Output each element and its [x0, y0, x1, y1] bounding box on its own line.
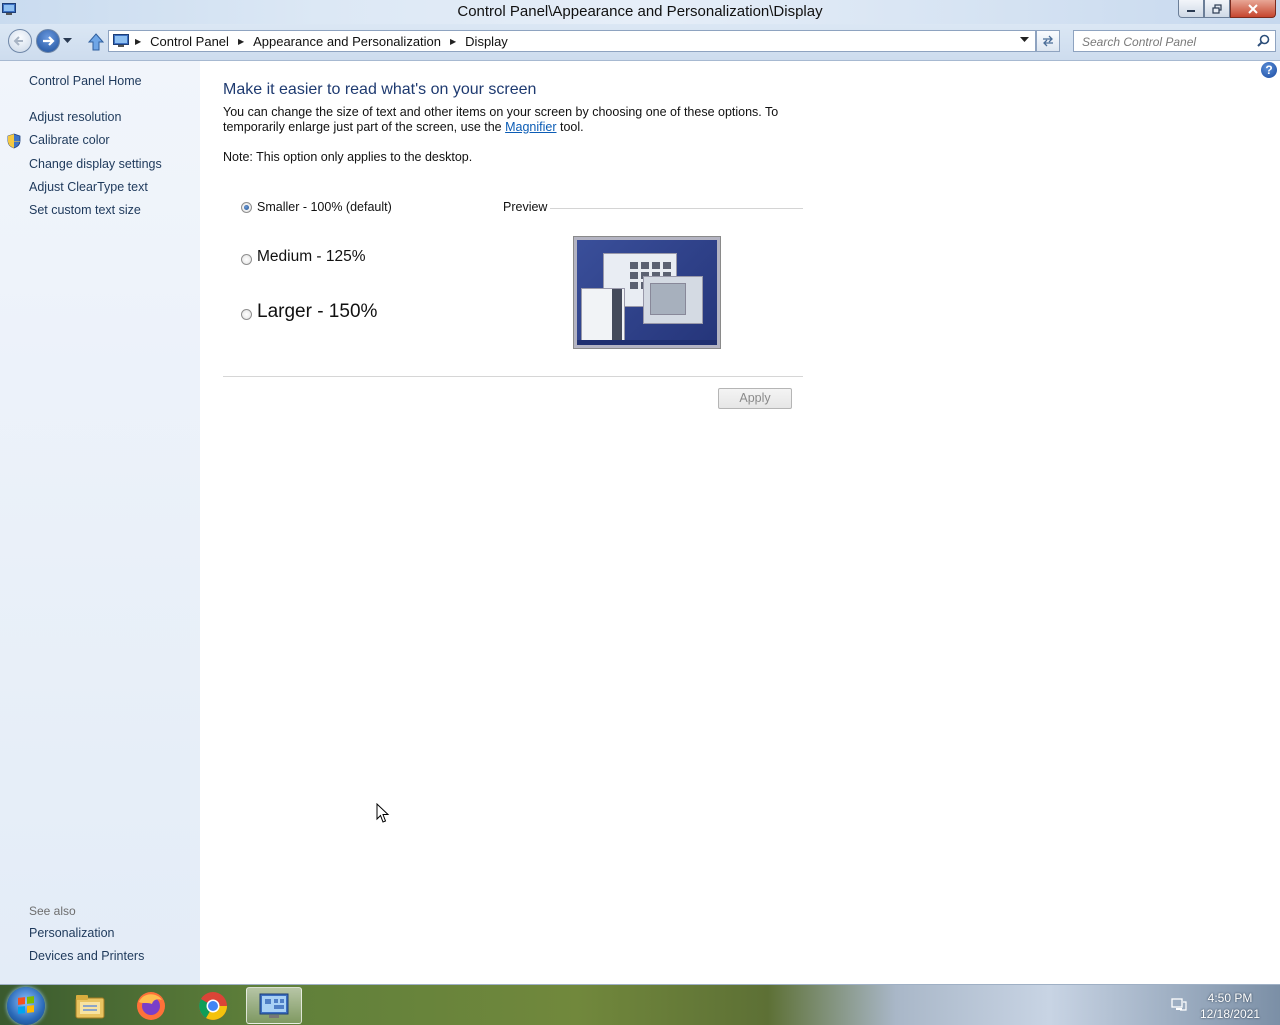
refresh-icon: [1043, 35, 1053, 47]
option-smaller[interactable]: Smaller - 100% (default): [241, 200, 392, 214]
title-bar: Control Panel\Appearance and Personaliza…: [0, 0, 1280, 24]
description-text: You can change the size of text and othe…: [223, 105, 779, 134]
control-panel-home-link[interactable]: Control Panel Home: [29, 74, 142, 88]
content-divider: [223, 376, 803, 377]
window-title: Control Panel\Appearance and Personaliza…: [457, 3, 823, 20]
preview-taskbar: [577, 340, 717, 345]
see-also-heading: See also: [29, 904, 76, 918]
medium-radio[interactable]: [241, 253, 252, 265]
address-bar[interactable]: ▶ Control Panel ▶ Appearance and Persona…: [108, 30, 1036, 52]
system-clock[interactable]: 4:50 PM 12/18/2021: [1196, 990, 1264, 1022]
close-icon: [1248, 3, 1258, 14]
preview-desktop: [577, 240, 717, 345]
help-icon[interactable]: ?: [1261, 62, 1277, 78]
larger-radio[interactable]: [241, 309, 252, 320]
windows-logo-icon: [18, 996, 34, 1014]
taskbar-firefox[interactable]: [123, 987, 179, 1024]
desktop-note: Note: This option only applies to the de…: [223, 150, 473, 164]
larger-label: Larger - 150%: [257, 301, 378, 322]
minimize-icon: [1187, 9, 1195, 12]
set-custom-text-size-link[interactable]: Set custom text size: [29, 203, 141, 217]
refresh-button[interactable]: [1036, 30, 1060, 52]
firefox-icon: [137, 991, 165, 1020]
preview-label: Preview: [503, 200, 548, 214]
taskbar-control-panel[interactable]: [246, 987, 302, 1024]
chrome-icon: [199, 991, 227, 1020]
taskbar-file-explorer[interactable]: [62, 987, 118, 1024]
option-larger[interactable]: Larger - 150%: [241, 301, 377, 323]
clock-time: 4:50 PM: [1207, 991, 1253, 1005]
control-panel-icon: [259, 993, 289, 1018]
adjust-cleartype-link[interactable]: Adjust ClearType text: [29, 180, 148, 194]
up-arrow-icon[interactable]: [88, 33, 104, 51]
preview-side-window: [581, 288, 625, 344]
preview-divider: [550, 208, 803, 209]
back-button[interactable]: [8, 29, 32, 53]
change-display-settings-link[interactable]: Change display settings: [29, 157, 162, 171]
caption-buttons: [1178, 0, 1276, 19]
page-description: You can change the size of text and othe…: [223, 105, 783, 135]
file-explorer-icon: [75, 994, 105, 1018]
control-panel-icon: [113, 34, 129, 47]
mouse-cursor-icon: [376, 803, 390, 823]
main-content: ? Make it easier to read what's on your …: [200, 61, 1280, 984]
address-dropdown-icon[interactable]: [1020, 37, 1029, 43]
minimize-button[interactable]: [1178, 0, 1204, 18]
adjust-resolution-link[interactable]: Adjust resolution: [29, 110, 121, 124]
forward-button[interactable]: [36, 29, 60, 53]
network-icon[interactable]: [1171, 998, 1187, 1012]
calibrate-color-link[interactable]: Calibrate color: [29, 133, 110, 147]
forward-arrow-icon: [43, 36, 55, 46]
close-button[interactable]: [1230, 0, 1276, 18]
left-navigation-pane: Control Panel Home Adjust resolution Cal…: [0, 61, 200, 984]
breadcrumb-chevron-icon[interactable]: ▶: [450, 37, 456, 46]
restore-button[interactable]: [1204, 0, 1230, 18]
search-icon[interactable]: [1257, 34, 1270, 47]
breadcrumb-chevron-icon[interactable]: ▶: [238, 37, 244, 46]
smaller-label: Smaller - 100% (default): [257, 200, 392, 214]
apply-button[interactable]: Apply: [718, 388, 792, 409]
breadcrumb-appearance[interactable]: Appearance and Personalization: [253, 34, 441, 49]
option-medium[interactable]: Medium - 125%: [241, 248, 366, 266]
search-input[interactable]: [1080, 32, 1254, 52]
breadcrumb-display[interactable]: Display: [465, 34, 508, 49]
start-button[interactable]: [7, 987, 45, 1025]
taskbar: 4:50 PM 12/18/2021: [0, 984, 1280, 1025]
page-title: Make it easier to read what's on your sc…: [223, 81, 537, 98]
clock-date: 12/18/2021: [1199, 1007, 1261, 1021]
medium-label: Medium - 125%: [257, 248, 366, 265]
navigation-bar: ▶ Control Panel ▶ Appearance and Persona…: [0, 24, 1280, 61]
magnifier-link[interactable]: Magnifier: [505, 120, 556, 134]
restore-icon: [1212, 3, 1222, 14]
uac-shield-icon: [7, 133, 21, 149]
description-tail: tool.: [556, 120, 584, 134]
devices-and-printers-link[interactable]: Devices and Printers: [29, 949, 144, 963]
taskbar-chrome[interactable]: [185, 987, 241, 1024]
breadcrumb-chevron-icon[interactable]: ▶: [135, 37, 141, 46]
back-arrow-icon: [13, 36, 23, 46]
preview-image: [573, 236, 721, 349]
smaller-radio[interactable]: [241, 201, 252, 213]
search-box[interactable]: [1073, 30, 1276, 52]
personalization-link[interactable]: Personalization: [29, 926, 114, 940]
breadcrumb-control-panel[interactable]: Control Panel: [150, 34, 229, 49]
recent-pages-dropdown-icon[interactable]: [63, 38, 72, 44]
preview-front-window: [643, 276, 703, 324]
